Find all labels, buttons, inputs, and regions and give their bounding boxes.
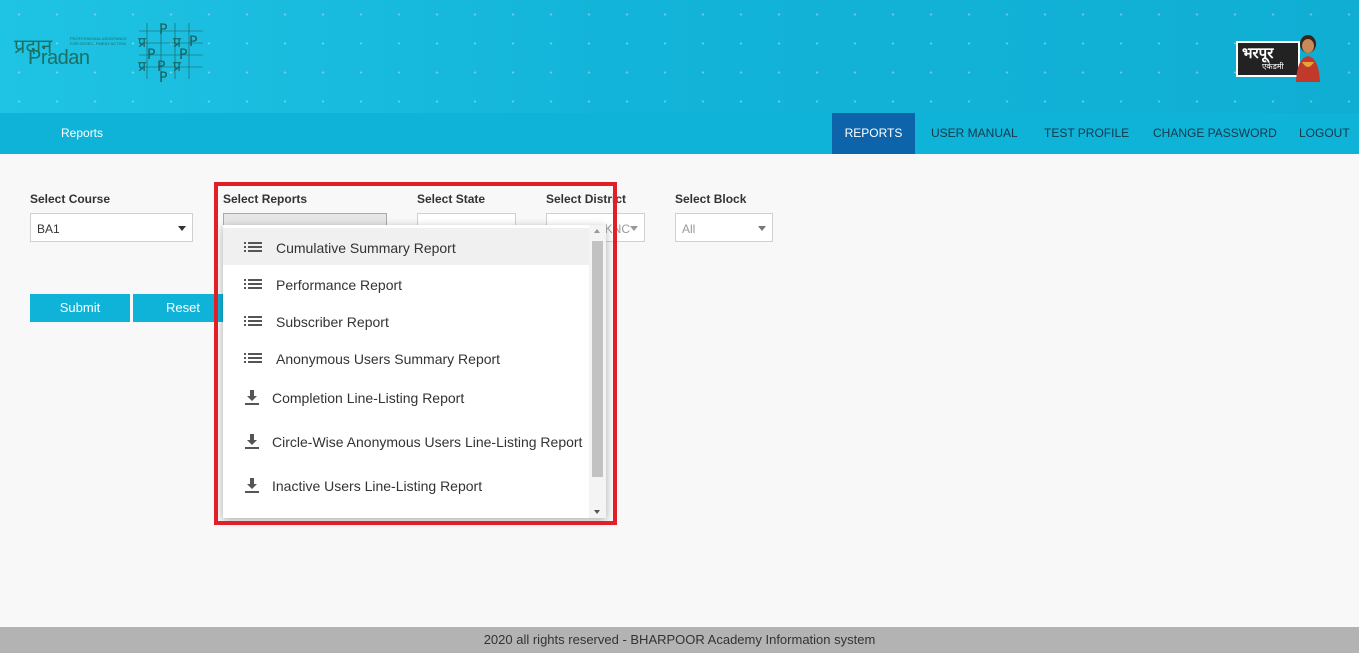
list-icon: [244, 316, 262, 326]
nav-user-manual[interactable]: USER MANUAL: [931, 113, 1018, 154]
chevron-down-icon: [630, 226, 638, 231]
footer-text: 2020 all rights reserved - BHARPOOR Acad…: [483, 632, 876, 647]
pradan-logo-text: Pradan: [28, 47, 90, 69]
dropdown-item[interactable]: Anonymous Users Summary Report: [223, 339, 589, 376]
dropdown-item[interactable]: Completion Line-Listing Report: [223, 376, 589, 420]
dropdown-item-label: Performance Report: [276, 277, 403, 293]
block-select-value: All: [682, 222, 696, 236]
block-select[interactable]: All: [675, 213, 773, 242]
svg-text:P: P: [189, 34, 197, 50]
scroll-up-icon[interactable]: [594, 229, 600, 233]
svg-text:प्र: प्र: [173, 59, 182, 75]
download-icon: [245, 434, 259, 449]
pradan-logo: प्रदान Pradan PROFESSIONAL ASSISTANCE FO…: [12, 32, 132, 76]
download-icon: [245, 390, 259, 405]
list-icon: [244, 242, 262, 252]
dropdown-item-label: Cumulative Summary Report: [276, 240, 456, 256]
dropdown-item-label: Subscriber Report: [276, 314, 389, 330]
dropdown-item-label: Completion Line-Listing Report: [272, 390, 465, 406]
list-icon: [244, 353, 262, 363]
state-label: Select State: [417, 192, 486, 206]
dropdown-item-label: Anonymous Users Summary Report: [276, 351, 501, 367]
bharpoor-logo: भरपूर एकेडमी: [1233, 32, 1325, 82]
partner-logo: Pप्र प्र PP P प्र P प्र P: [138, 22, 203, 83]
svg-text:प्र: प्र: [138, 35, 147, 51]
course-select-value: BA1: [37, 222, 60, 236]
nav-logout[interactable]: LOGOUT: [1299, 113, 1350, 154]
dropdown-item[interactable]: Inactive Users Line-Listing Report: [223, 464, 589, 508]
svg-text:प्र: प्र: [138, 59, 147, 75]
reset-button[interactable]: Reset: [133, 294, 233, 322]
scroll-down-icon[interactable]: [594, 510, 600, 514]
chevron-down-icon: [178, 226, 186, 231]
svg-text:P: P: [159, 22, 167, 38]
list-icon: [244, 279, 262, 289]
svg-text:P: P: [147, 47, 155, 63]
bharpoor-mascot-icon: [1296, 35, 1320, 82]
download-icon: [245, 478, 259, 493]
course-select[interactable]: BA1: [30, 213, 193, 242]
dropdown-item[interactable]: Performance Report: [223, 265, 589, 302]
header-banner: प्रदान Pradan PROFESSIONAL ASSISTANCE FO…: [0, 0, 1359, 113]
page-title: Reports: [61, 126, 104, 140]
footer: 2020 all rights reserved - BHARPOOR Acad…: [0, 627, 1359, 653]
chevron-down-icon: [758, 226, 766, 231]
dropdown-scrollbar[interactable]: [589, 225, 606, 518]
dropdown-item[interactable]: Circle-Wise Anonymous Users Line-Listing…: [223, 420, 589, 464]
nav-test-profile[interactable]: TEST PROFILE: [1044, 113, 1129, 154]
reports-label: Select Reports: [223, 192, 308, 206]
top-nav: Reports REPORTS USER MANUAL TEST PROFILE…: [0, 113, 1359, 154]
nav-change-password[interactable]: CHANGE PASSWORD: [1153, 113, 1277, 154]
dropdown-item-label: Circle-Wise Anonymous Users Line-Listing…: [272, 434, 583, 450]
bharpoor-sign: भरपूर एकेडमी: [1236, 41, 1300, 77]
pradan-logo-tagline: PROFESSIONAL ASSISTANCE FOR DEVELOPMENT …: [70, 36, 127, 46]
svg-text:P: P: [159, 70, 167, 83]
block-label: Select Block: [675, 192, 747, 206]
nav-reports[interactable]: REPORTS: [832, 113, 915, 154]
course-label: Select Course: [30, 192, 111, 206]
district-select-value: KNC: [604, 222, 630, 236]
dropdown-item[interactable]: Subscriber Report: [223, 302, 589, 339]
dropdown-item[interactable]: Cumulative Summary Report: [223, 228, 589, 265]
district-label: Select District: [546, 192, 627, 206]
reports-dropdown: Cumulative Summary Report Performance Re…: [223, 225, 606, 518]
scrollbar-thumb[interactable]: [592, 241, 603, 477]
dropdown-item-label: Inactive Users Line-Listing Report: [272, 478, 483, 494]
submit-button[interactable]: Submit: [30, 294, 130, 322]
